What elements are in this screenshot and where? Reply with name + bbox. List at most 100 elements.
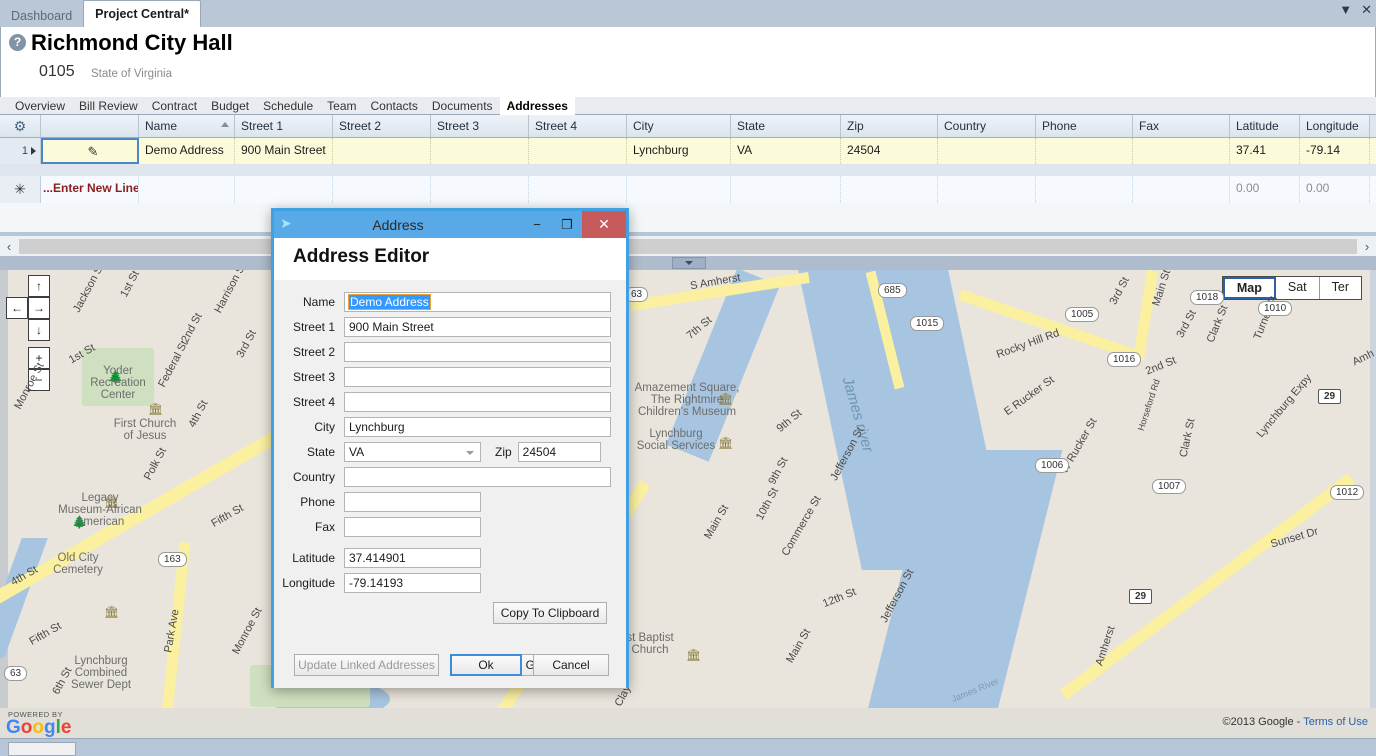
grid-col-street2[interactable]: Street 2: [333, 115, 431, 137]
tab-dashboard[interactable]: Dashboard: [0, 5, 83, 27]
new-row-prompt-cell[interactable]: ...Enter New Line...: [41, 176, 139, 203]
tab-contract[interactable]: Contract: [145, 97, 204, 115]
scroll-track[interactable]: [19, 238, 1357, 254]
cell-street1[interactable]: 900 Main Street: [235, 138, 333, 164]
tab-team[interactable]: Team: [320, 97, 363, 115]
street1-input[interactable]: 900 Main Street: [344, 317, 611, 337]
new-cell-fax[interactable]: [1133, 176, 1230, 203]
new-cell-state[interactable]: [731, 176, 841, 203]
tab-project-central[interactable]: Project Central*: [83, 0, 201, 27]
row-edit-cell[interactable]: ✎: [41, 138, 139, 164]
new-cell-street4[interactable]: [529, 176, 627, 203]
new-cell-zip[interactable]: [841, 176, 938, 203]
cell-fax[interactable]: [1133, 138, 1230, 164]
street2-input[interactable]: [344, 342, 611, 362]
grid-horizontal-scrollbar[interactable]: ‹ ›: [0, 236, 1376, 256]
tab-schedule[interactable]: Schedule: [256, 97, 320, 115]
grid-col-fax[interactable]: Fax: [1133, 115, 1230, 137]
dialog-minimize-button[interactable]: −: [522, 211, 552, 238]
help-icon[interactable]: ?: [9, 34, 26, 51]
cell-name[interactable]: Demo Address: [139, 138, 235, 164]
scroll-left-icon[interactable]: ‹: [0, 239, 18, 254]
new-row[interactable]: ✳ ...Enter New Line... 0.00 0.00: [0, 176, 1376, 203]
zip-input[interactable]: 24504: [517, 442, 601, 462]
map-panel[interactable]: ↑ ← → ↓ + − Map Sat Ter 🌲 🏛 🏛 🏛 🌲 🏛 🏛 🏛 …: [0, 270, 1376, 708]
fax-input[interactable]: [344, 517, 481, 537]
grid-col-street4[interactable]: Street 4: [529, 115, 627, 137]
grid-col-phone[interactable]: Phone: [1036, 115, 1133, 137]
grid-col-state[interactable]: State: [731, 115, 841, 137]
map-type-switcher[interactable]: Map Sat Ter: [1221, 276, 1362, 300]
map-type-satellite-button[interactable]: Sat: [1276, 277, 1320, 299]
new-cell-street3[interactable]: [431, 176, 529, 203]
tab-budget[interactable]: Budget: [204, 97, 256, 115]
grid-settings-button[interactable]: ⚙: [0, 115, 41, 137]
ok-button[interactable]: Ok: [450, 654, 522, 676]
name-input[interactable]: Demo Address: [344, 292, 611, 312]
cell-street2[interactable]: [333, 138, 431, 164]
tab-bill-review[interactable]: Bill Review: [72, 97, 145, 115]
address-editor-dialog[interactable]: ➤ Address − ❐ ✕ Address Editor Name Demo…: [271, 208, 629, 688]
cell-zip[interactable]: 24504: [841, 138, 938, 164]
grid-col-city[interactable]: City: [627, 115, 731, 137]
grid-col-name[interactable]: Name: [139, 115, 235, 137]
grid-col-country[interactable]: Country: [938, 115, 1036, 137]
map-pan-up-button[interactable]: ↑: [28, 275, 50, 297]
state-select[interactable]: VA: [344, 442, 481, 462]
scroll-right-icon[interactable]: ›: [1358, 239, 1376, 254]
grid-col-zip[interactable]: Zip: [841, 115, 938, 137]
splitter-collapse-button[interactable]: [672, 257, 706, 269]
cell-city[interactable]: Lynchburg: [627, 138, 731, 164]
cell-street3[interactable]: [431, 138, 529, 164]
map-pan-left-button[interactable]: ←: [6, 297, 28, 319]
map-type-map-button[interactable]: Map: [1222, 277, 1276, 299]
cell-country[interactable]: [938, 138, 1036, 164]
dialog-close-button[interactable]: ✕: [582, 211, 626, 238]
cell-street4[interactable]: [529, 138, 627, 164]
map-pan-down-button[interactable]: ↓: [28, 319, 50, 341]
dialog-maximize-button[interactable]: ❐: [552, 211, 582, 238]
map-pan-right-button[interactable]: →: [28, 297, 50, 319]
tab-addresses[interactable]: Addresses: [499, 96, 575, 115]
tab-contacts[interactable]: Contacts: [364, 97, 425, 115]
phone-input[interactable]: [344, 492, 481, 512]
update-linked-addresses-button[interactable]: Update Linked Addresses: [294, 654, 439, 676]
panel-splitter[interactable]: [0, 256, 1376, 270]
grid-col-longitude[interactable]: Longitude: [1300, 115, 1370, 137]
new-cell-longitude[interactable]: 0.00: [1300, 176, 1370, 203]
cell-longitude[interactable]: -79.14: [1300, 138, 1370, 164]
latitude-input[interactable]: 37.414901: [344, 548, 481, 568]
map-zoom-out-button[interactable]: −: [28, 369, 50, 391]
map-type-terrain-button[interactable]: Ter: [1320, 277, 1361, 299]
copy-to-clipboard-button[interactable]: Copy To Clipboard: [493, 602, 607, 624]
new-cell-latitude[interactable]: 0.00: [1230, 176, 1300, 203]
pencil-icon[interactable]: ✎: [88, 140, 99, 162]
tab-overview[interactable]: Overview: [8, 97, 72, 115]
map-zoom-in-button[interactable]: +: [28, 347, 50, 369]
new-cell-city[interactable]: [627, 176, 731, 203]
grid-col-street3[interactable]: Street 3: [431, 115, 529, 137]
cancel-button[interactable]: Cancel: [533, 654, 609, 676]
new-cell-street1[interactable]: [235, 176, 333, 203]
street4-input[interactable]: [344, 392, 611, 412]
grid-col-street1[interactable]: Street 1: [235, 115, 333, 137]
street3-input[interactable]: [344, 367, 611, 387]
dialog-title-bar[interactable]: ➤ Address − ❐ ✕: [274, 211, 626, 238]
cell-phone[interactable]: [1036, 138, 1133, 164]
cell-latitude[interactable]: 37.41: [1230, 138, 1300, 164]
city-input[interactable]: Lynchburg: [344, 417, 611, 437]
new-cell-street2[interactable]: [333, 176, 431, 203]
window-close-icon[interactable]: ✕: [1361, 3, 1372, 16]
new-cell-name[interactable]: [139, 176, 235, 203]
label-longitude: Longitude: [282, 576, 335, 590]
terms-of-use-link[interactable]: Terms of Use: [1303, 716, 1368, 728]
new-cell-country[interactable]: [938, 176, 1036, 203]
cell-state[interactable]: VA: [731, 138, 841, 164]
table-row[interactable]: 1 ✎ Demo Address 900 Main Street Lynchbu…: [0, 138, 1376, 164]
country-input[interactable]: [344, 467, 611, 487]
window-dropdown-icon[interactable]: ▼: [1339, 3, 1352, 16]
tab-documents[interactable]: Documents: [425, 97, 500, 115]
new-cell-phone[interactable]: [1036, 176, 1133, 203]
longitude-input[interactable]: -79.14193: [344, 573, 481, 593]
grid-col-latitude[interactable]: Latitude: [1230, 115, 1300, 137]
